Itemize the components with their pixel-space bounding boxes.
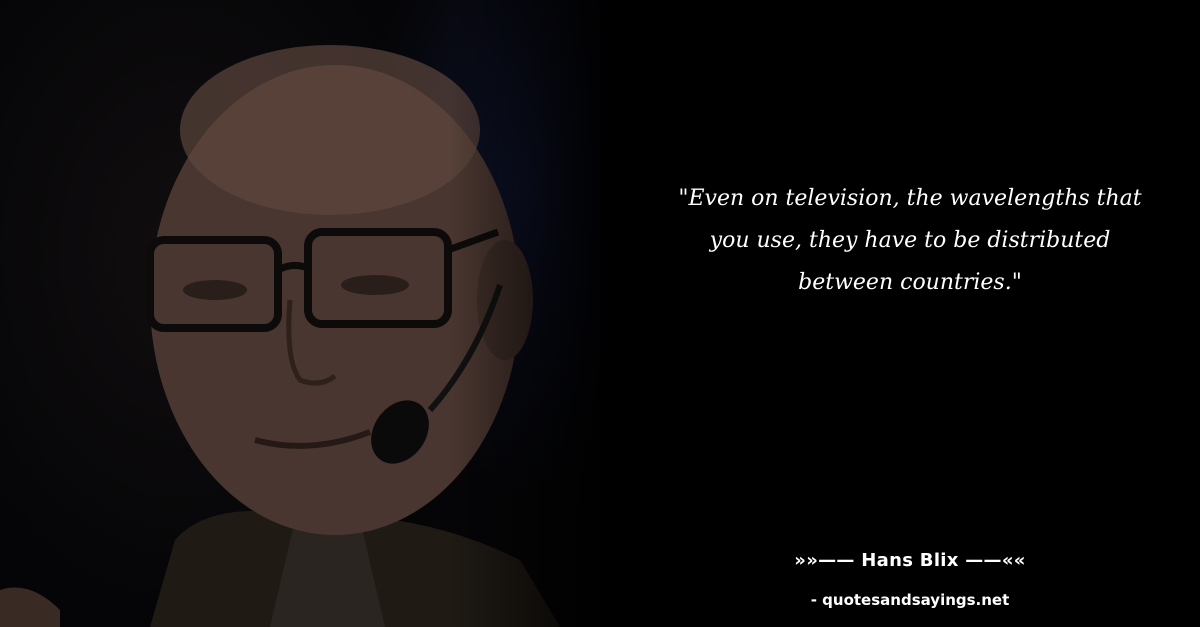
forehead-highlight bbox=[180, 45, 480, 215]
quote-card: "Even on television, the wavelengths tha… bbox=[0, 0, 1200, 627]
portrait-photo bbox=[0, 0, 600, 627]
source-url[interactable]: - quotesandsayings.net bbox=[660, 591, 1160, 609]
author-name: »»—— Hans Blix ——«« bbox=[794, 550, 1026, 571]
quote-text: "Even on television, the wavelengths tha… bbox=[678, 186, 1142, 295]
hand-shape bbox=[0, 587, 60, 627]
left-eye bbox=[183, 280, 247, 300]
ear-shape bbox=[477, 240, 533, 360]
portrait-illustration bbox=[0, 45, 560, 627]
right-eye bbox=[341, 275, 409, 295]
